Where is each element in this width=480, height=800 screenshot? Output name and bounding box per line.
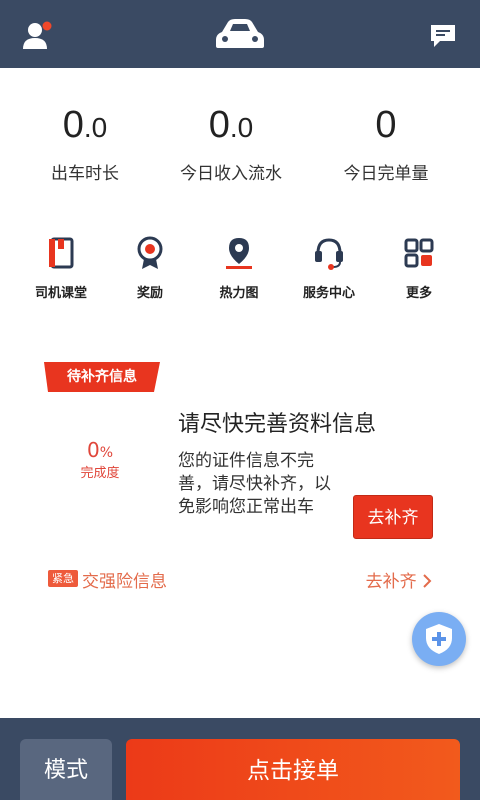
safety-fab[interactable] (412, 612, 466, 666)
progress-value: 0% (86, 438, 114, 462)
today-stats: 0.0 出车时长 0.0 今日收入流水 0 今日完单量 (0, 96, 480, 196)
chevron-right-icon (423, 574, 432, 588)
urgent-badge: 紧急 (48, 570, 78, 587)
urgent-item-label: 交强险信息 (82, 572, 167, 592)
pending-info-tag: 待补齐信息 (44, 362, 160, 392)
menu-item-service[interactable]: 服务中心 (284, 236, 374, 301)
stat-value: 0.0 (62, 104, 108, 146)
menu-label: 热力图 (219, 286, 259, 301)
bottom-bar: 模式 点击接单 (0, 718, 480, 800)
location-pin-icon (226, 238, 252, 269)
stat-value: 0.0 (208, 104, 254, 146)
mode-button[interactable]: 模式 (20, 739, 112, 800)
stat-label: 今日收入流水 (180, 164, 282, 184)
stat-label: 今日完单量 (343, 164, 429, 184)
urgent-complete-link[interactable]: 去补齐 (366, 567, 432, 592)
stat-income: 0.0 今日收入流水 (151, 96, 311, 184)
message-icon (431, 25, 455, 47)
accept-order-button[interactable]: 点击接单 (126, 739, 460, 800)
stat-driving-time: 0.0 出车时长 (5, 96, 165, 184)
stat-value: 0 (375, 104, 397, 146)
stat-orders: 0 今日完单量 (306, 96, 466, 184)
medal-icon (137, 236, 163, 269)
completion-progress: 0% 完成度 (60, 438, 140, 481)
card-description: 您的证件信息不完善，请尽快补齐，以免影响您正常出车 (178, 451, 331, 517)
stat-label: 出车时长 (51, 164, 119, 184)
message-button[interactable] (428, 22, 458, 50)
headset-icon (315, 238, 343, 270)
progress-label: 完成度 (80, 466, 120, 481)
menu-label: 司机课堂 (34, 286, 87, 301)
urgent-item[interactable]: 紧急 交强险信息 去补齐 (48, 566, 438, 592)
card-title: 请尽快完善资料信息 (178, 412, 377, 437)
menu-label: 更多 (405, 286, 432, 301)
menu-item-heatmap[interactable]: 热力图 (194, 236, 284, 301)
menu-item-more[interactable]: 更多 (374, 236, 464, 301)
book-icon (49, 237, 74, 269)
menu-item-reward[interactable]: 奖励 (105, 236, 195, 301)
car-logo-icon (210, 14, 270, 54)
quick-menu: 司机课堂 奖励 热力图 服务中心 更多 (0, 236, 480, 306)
top-bar (0, 0, 480, 68)
grid-icon (404, 238, 434, 268)
user-button[interactable] (22, 20, 56, 50)
complete-info-button[interactable]: 去补齐 (353, 495, 433, 539)
menu-label: 服务中心 (302, 286, 355, 301)
shield-plus-icon (426, 624, 452, 654)
menu-item-classroom[interactable]: 司机课堂 (16, 236, 106, 301)
user-icon (23, 21, 52, 49)
menu-label: 奖励 (136, 286, 163, 301)
